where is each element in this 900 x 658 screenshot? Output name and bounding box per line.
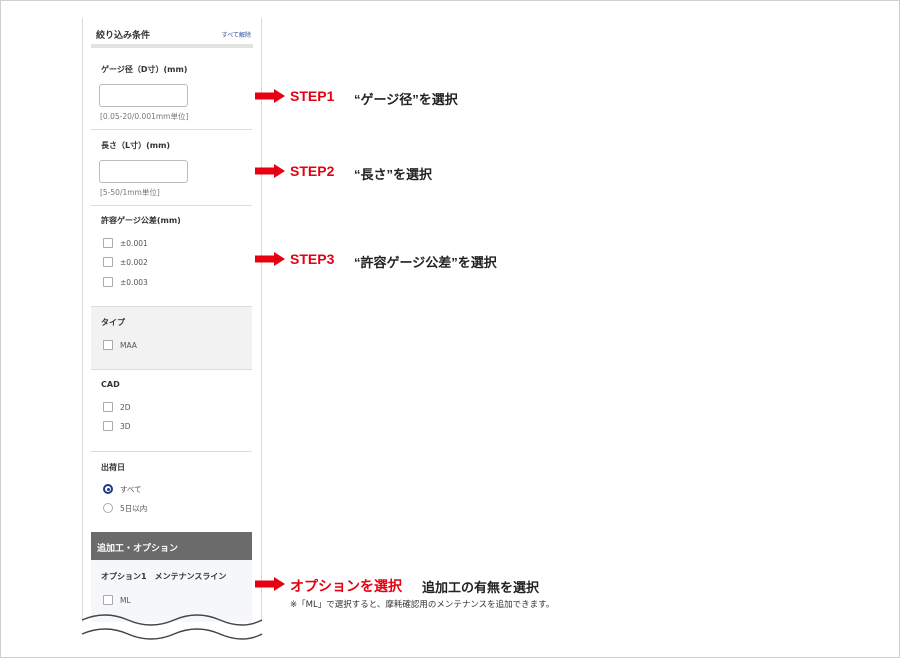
filter-panel-title: 絞り込み条件 (96, 31, 151, 41)
type-option[interactable]: MAA (103, 339, 137, 351)
ship-day-section: 出荷日 すべて 5日以内 (91, 452, 252, 532)
tolerance-option[interactable]: ±0.002 (103, 256, 148, 268)
addon-option[interactable]: ML (103, 594, 131, 606)
type-checkbox[interactable] (103, 340, 113, 350)
tolerance-option[interactable]: ±0.001 (103, 237, 148, 249)
ship-day-option[interactable]: すべて (103, 483, 142, 495)
ship-day-radio[interactable] (103, 503, 113, 513)
clear-all-link[interactable]: すべて解除 (222, 30, 251, 39)
addon-section-title: 追加工・オプション (97, 544, 179, 554)
gauge-diameter-section: ゲージ径（D寸）(mm) [0.05-20/0.001mm単位] (91, 52, 252, 130)
step2-text: “長さ”を選択 (354, 167, 433, 182)
arrow-right-icon (255, 164, 285, 178)
ship-day-option-label: 5日以内 (120, 503, 148, 513)
step1-text: “ゲージ径”を選択 (354, 92, 458, 107)
gauge-diameter-hint: [0.05-20/0.001mm単位] (100, 112, 189, 121)
tolerance-checkbox[interactable] (103, 238, 113, 248)
gauge-diameter-input[interactable] (99, 84, 188, 107)
step3-tag: STEP3 (290, 251, 335, 267)
filter-panel: 絞り込み条件 すべて解除 ゲージ径（D寸）(mm) [0.05-20/0.001… (82, 18, 262, 622)
ship-day-option-label: すべて (120, 484, 142, 494)
option-text: 追加工の有無を選択 (422, 580, 540, 595)
tolerance-label: 許容ゲージ公差(mm) (101, 216, 181, 225)
tolerance-option[interactable]: ±0.003 (103, 276, 148, 288)
tolerance-checkbox[interactable] (103, 277, 113, 287)
cad-checkbox[interactable] (103, 421, 113, 431)
step1-tag: STEP1 (290, 88, 335, 104)
filter-panel-header: 絞り込み条件 すべて解除 (91, 18, 253, 48)
cad-option-label: 2D (120, 402, 131, 412)
type-section: タイプ MAA (91, 307, 252, 370)
option1-label: オプション1 メンテナンスライン (101, 572, 227, 581)
addon-checkbox[interactable] (103, 595, 113, 605)
option-tag: オプションを選択 (290, 578, 402, 594)
arrow-right-icon (255, 252, 285, 266)
step3-text: “許容ゲージ公差”を選択 (354, 255, 497, 270)
addon-section-header: 追加工・オプション (91, 532, 252, 560)
ship-day-option[interactable]: 5日以内 (103, 502, 147, 514)
addon-option-label: ML (120, 595, 131, 605)
ship-day-label: 出荷日 (101, 463, 125, 472)
tolerance-option-label: ±0.001 (120, 238, 148, 248)
cad-option[interactable]: 3D (103, 420, 131, 432)
gauge-diameter-label: ゲージ径（D寸）(mm) (101, 65, 188, 74)
option-note: ※「ML」で選択すると、摩耗確認用のメンテナンスを追加できます。 (290, 600, 555, 610)
length-label: 長さ（L寸）(mm) (101, 141, 171, 150)
tolerance-option-label: ±0.003 (120, 277, 148, 287)
cad-section: CAD 2D 3D (91, 370, 252, 452)
cad-option[interactable]: 2D (103, 401, 131, 413)
cad-option-label: 3D (120, 421, 131, 431)
length-hint: [5-50/1mm単位] (100, 188, 160, 197)
type-label: タイプ (101, 318, 125, 327)
arrow-right-icon (255, 89, 285, 103)
tolerance-checkbox[interactable] (103, 257, 113, 267)
wavy-cutoff-lines (81, 614, 263, 640)
tolerance-section: 許容ゲージ公差(mm) ±0.001 ±0.002 ±0.003 (91, 206, 252, 307)
type-option-label: MAA (120, 340, 137, 350)
tolerance-option-label: ±0.002 (120, 257, 148, 267)
length-input[interactable] (99, 160, 188, 183)
step2-tag: STEP2 (290, 163, 335, 179)
ship-day-radio-selected[interactable] (103, 484, 113, 494)
cad-checkbox[interactable] (103, 402, 113, 412)
cad-label: CAD (101, 380, 120, 389)
length-section: 長さ（L寸）(mm) [5-50/1mm単位] (91, 130, 252, 206)
arrow-right-icon (255, 577, 285, 591)
